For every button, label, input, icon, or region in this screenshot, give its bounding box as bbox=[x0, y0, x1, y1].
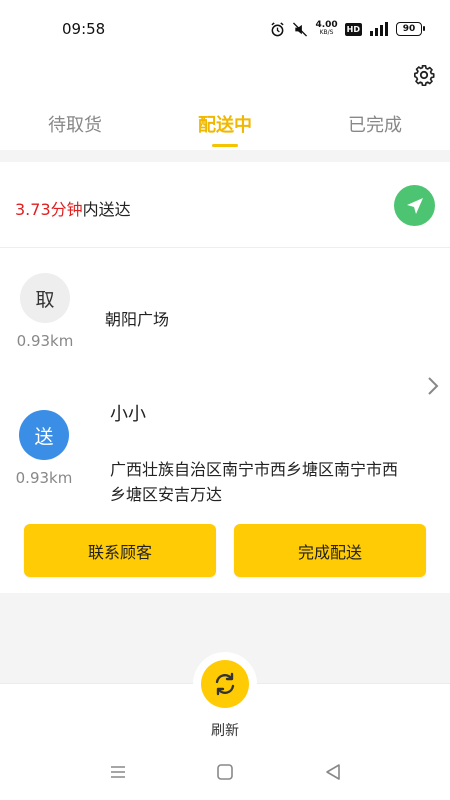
delivery-distance: 0.93km bbox=[15, 469, 73, 487]
refresh-circle bbox=[201, 660, 249, 708]
back-triangle-icon bbox=[326, 764, 340, 780]
gear-icon bbox=[414, 65, 435, 86]
eta-row: 3.73分钟内送达 bbox=[0, 162, 450, 248]
menu-icon bbox=[111, 766, 125, 778]
active-tab-indicator bbox=[212, 144, 238, 147]
pickup-name: 朝阳广场 bbox=[105, 310, 170, 329]
contact-customer-button[interactable]: 联系顾客 bbox=[24, 524, 216, 577]
refresh-label: 刷新 bbox=[211, 723, 239, 739]
tab-completed[interactable]: 已完成 bbox=[300, 104, 450, 150]
back-nav-button[interactable] bbox=[321, 760, 345, 784]
home-square-icon bbox=[217, 764, 233, 780]
divider bbox=[0, 150, 450, 162]
status-bar: 09:58 4.00 KB/S HD 90 bbox=[0, 0, 450, 58]
customer-name: 小小 bbox=[110, 404, 146, 425]
pickup-badge: 取 bbox=[20, 273, 70, 323]
menu-nav-button[interactable] bbox=[106, 760, 130, 784]
pickup-distance: 0.93km bbox=[16, 332, 74, 350]
navigate-button[interactable] bbox=[394, 185, 435, 226]
chevron-right-icon bbox=[428, 377, 439, 395]
eta-value: 3.73分钟 bbox=[15, 200, 83, 219]
order-detail-button[interactable] bbox=[424, 374, 442, 398]
home-nav-button[interactable] bbox=[213, 760, 237, 784]
refresh-icon bbox=[215, 672, 235, 696]
delivery-address: 广西壮族自治区南宁市西乡塘区南宁市西乡塘区安吉万达 bbox=[110, 460, 399, 504]
status-time: 09:58 bbox=[62, 20, 106, 38]
net-speed: 4.00 KB/S bbox=[315, 20, 338, 37]
settings-button[interactable] bbox=[411, 62, 437, 88]
battery-icon: 90 bbox=[396, 22, 425, 36]
navigation-arrow-icon bbox=[406, 197, 423, 214]
eta-suffix: 内送达 bbox=[82, 200, 131, 219]
delivery-badge: 送 bbox=[19, 410, 69, 460]
refresh-button[interactable] bbox=[193, 652, 257, 716]
mute-icon bbox=[292, 20, 308, 38]
signal-icon bbox=[369, 20, 389, 38]
hd-icon: HD bbox=[344, 22, 362, 36]
tab-pending-pickup[interactable]: 待取货 bbox=[0, 104, 150, 150]
status-icons: 4.00 KB/S HD 90 bbox=[270, 19, 425, 39]
order-tabs: 待取货 配送中 已完成 bbox=[0, 104, 450, 150]
alarm-icon bbox=[270, 20, 285, 38]
complete-delivery-button[interactable]: 完成配送 bbox=[234, 524, 426, 577]
eta-text: 3.73分钟内送达 bbox=[15, 196, 131, 220]
